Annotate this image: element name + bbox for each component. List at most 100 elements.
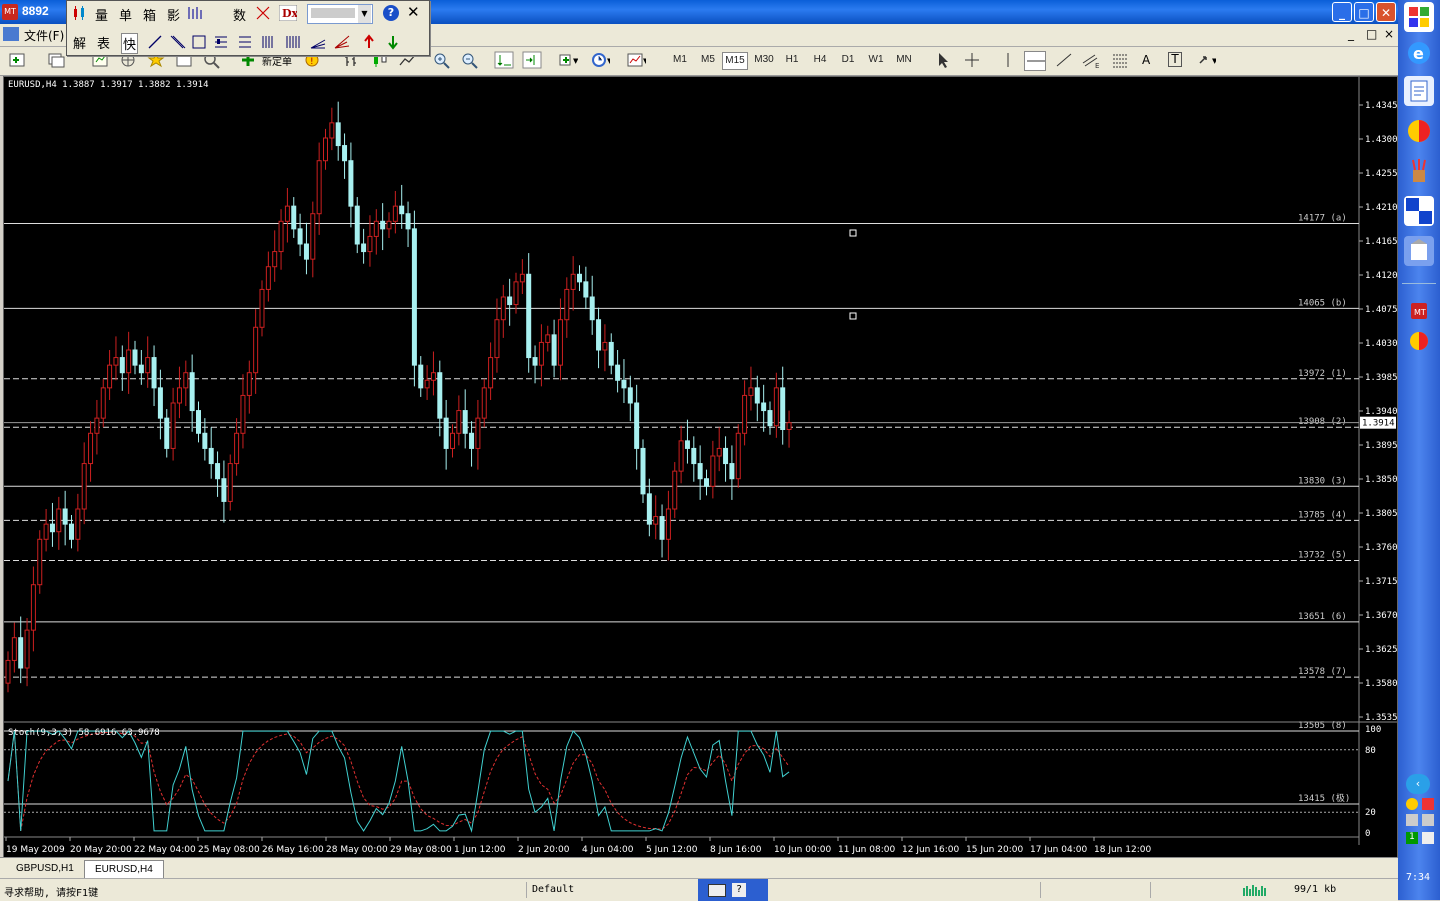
pencil-cup-icon[interactable] bbox=[1404, 156, 1434, 186]
float-tool-shadow[interactable]: 影 bbox=[167, 5, 180, 24]
candle-body bbox=[297, 228, 303, 245]
candle-tool-icon[interactable] bbox=[71, 5, 87, 21]
app-circle-icon[interactable] bbox=[1404, 116, 1434, 146]
display-tray-icon[interactable] bbox=[1422, 832, 1434, 844]
bars-icon[interactable] bbox=[187, 5, 203, 21]
system-clock: 7:34 bbox=[1406, 872, 1431, 883]
horizontal-line-icon[interactable] bbox=[1024, 51, 1046, 71]
dx-icon[interactable]: Dx bbox=[279, 5, 297, 21]
app-circle-icon-2[interactable] bbox=[1404, 326, 1434, 356]
candle-body bbox=[151, 357, 157, 389]
maximize-button[interactable]: □ bbox=[1354, 2, 1374, 22]
candle-body bbox=[234, 432, 240, 465]
tab-gbpusd-h1[interactable]: GBPUSD,H1 bbox=[6, 860, 84, 877]
text-tool-button[interactable]: A bbox=[1142, 53, 1150, 67]
help-icon[interactable]: ? bbox=[383, 5, 399, 21]
timeframe-w1[interactable]: W1 bbox=[864, 52, 888, 68]
timeframe-m15[interactable]: M15 bbox=[722, 52, 748, 70]
ie-browser-icon[interactable]: e bbox=[1404, 38, 1434, 68]
candle-body bbox=[691, 447, 697, 465]
mdi-restore-button[interactable]: □ bbox=[1366, 27, 1377, 41]
crosshair-tool-icon[interactable] bbox=[962, 51, 982, 69]
candle-body bbox=[37, 538, 43, 586]
candle-body bbox=[443, 417, 449, 449]
mdi-minimize-button[interactable]: _ bbox=[1348, 27, 1354, 41]
profiles-icon[interactable] bbox=[46, 51, 66, 69]
timeframe-m1[interactable]: M1 bbox=[668, 52, 692, 68]
minimize-button[interactable]: _ bbox=[1332, 2, 1352, 22]
float-tool-box[interactable]: 箱 bbox=[143, 5, 156, 24]
price-chart[interactable]: 1.4345 1.4300 1.4255 1.4210 1.4165 1.4120 1.40… bbox=[4, 77, 1397, 857]
candle-body bbox=[24, 629, 30, 669]
price-tick-label: 1.4345 bbox=[1365, 101, 1397, 111]
svg-text:e: e bbox=[1413, 44, 1424, 63]
antivirus-tray-icon[interactable] bbox=[1422, 798, 1434, 810]
channel-icon[interactable]: E bbox=[1080, 51, 1100, 69]
candle-body bbox=[380, 220, 386, 230]
fibonacci-icon[interactable] bbox=[1110, 51, 1130, 69]
indicators-icon[interactable]: ▼ bbox=[558, 51, 578, 69]
tray-icons: 1 bbox=[1402, 796, 1436, 856]
candle-body bbox=[589, 296, 595, 321]
svg-text:▼: ▼ bbox=[573, 57, 578, 65]
vertical-line-icon[interactable] bbox=[998, 51, 1018, 69]
menu-file[interactable]: 文件(F) bbox=[24, 27, 64, 44]
cursor-icon[interactable] bbox=[934, 51, 954, 69]
metatrader-icon[interactable]: MT bbox=[1404, 296, 1434, 326]
candle-body bbox=[570, 273, 576, 290]
timeframe-m5[interactable]: M5 bbox=[696, 52, 720, 68]
security-tray-icon[interactable] bbox=[1406, 798, 1418, 810]
keyboard-icon[interactable] bbox=[708, 884, 726, 897]
crosshair-icon[interactable] bbox=[255, 5, 271, 21]
chart-window[interactable]: EURUSD,H4 1.3887 1.3917 1.3882 1.3914 St… bbox=[3, 76, 1398, 858]
zoom-out-icon[interactable] bbox=[460, 51, 480, 69]
candle-body bbox=[202, 432, 208, 449]
svg-text:E: E bbox=[1095, 62, 1099, 69]
float-tool-analyze[interactable]: 解 bbox=[73, 33, 86, 52]
document-icon[interactable] bbox=[1404, 76, 1434, 106]
candle-body bbox=[500, 296, 506, 321]
timeframe-h1[interactable]: H1 bbox=[780, 52, 804, 68]
ime-tray-icon[interactable]: 1 bbox=[1406, 832, 1418, 844]
close-float-toolbar-button[interactable]: ✕ bbox=[407, 3, 420, 21]
candle-body bbox=[697, 463, 703, 480]
tab-eurusd-h4[interactable]: EURUSD,H4 bbox=[84, 860, 164, 878]
timeframe-d1[interactable]: D1 bbox=[836, 52, 860, 68]
periods-icon[interactable]: ▼ bbox=[590, 51, 610, 69]
volume-tray-icon[interactable] bbox=[1422, 814, 1434, 826]
input-method-bar[interactable]: ? bbox=[698, 879, 768, 901]
windows-logo-icon[interactable] bbox=[1404, 2, 1434, 32]
chart-tabs-bar: GBPUSD,H1 EURUSD,H4 bbox=[0, 857, 1398, 878]
close-button[interactable]: ✕ bbox=[1376, 2, 1396, 22]
color-dropdown[interactable]: ▼ bbox=[307, 4, 373, 24]
trendline-icon[interactable] bbox=[1054, 51, 1074, 69]
float-tool-order[interactable]: 单 bbox=[119, 5, 132, 24]
price-tick-label: 1.4120 bbox=[1365, 271, 1397, 281]
candle-body bbox=[145, 357, 151, 374]
float-tool-volume[interactable]: 量 bbox=[95, 5, 108, 24]
building-icon[interactable] bbox=[1404, 236, 1434, 266]
float-tool-quick[interactable]: 快 bbox=[121, 33, 139, 54]
zoom-in-icon[interactable] bbox=[432, 51, 452, 69]
network-tray-icon[interactable] bbox=[1406, 814, 1418, 826]
timeframe-h4[interactable]: H4 bbox=[808, 52, 832, 68]
fib-level-label: 13578 (7) bbox=[1298, 667, 1347, 677]
float-tool-data[interactable]: 数 bbox=[233, 5, 246, 24]
svg-text:▼: ▼ bbox=[607, 57, 610, 65]
timeframe-mn[interactable]: MN bbox=[892, 52, 916, 68]
templates-icon[interactable]: ▼ bbox=[626, 51, 646, 69]
arrows-tool-icon[interactable]: ▼ bbox=[1196, 51, 1216, 69]
ime-help-icon[interactable]: ? bbox=[732, 883, 746, 897]
autoscroll-icon[interactable] bbox=[494, 51, 514, 69]
label-tool-button[interactable]: T bbox=[1168, 52, 1182, 67]
drawing-tools-row[interactable] bbox=[147, 33, 427, 51]
current-price-label: 1.3914 bbox=[1362, 419, 1395, 429]
chart-shift-icon[interactable] bbox=[522, 51, 542, 69]
new-chart-icon[interactable] bbox=[8, 51, 28, 69]
checker-icon[interactable] bbox=[1404, 196, 1434, 226]
mdi-close-button[interactable]: × bbox=[1384, 27, 1394, 41]
float-tool-table[interactable]: 表 bbox=[97, 33, 110, 52]
collapse-tray-icon[interactable]: ‹ bbox=[1406, 774, 1430, 794]
time-tick-label: 12 Jun 16:00 bbox=[902, 845, 959, 855]
timeframe-m30[interactable]: M30 bbox=[752, 52, 776, 68]
